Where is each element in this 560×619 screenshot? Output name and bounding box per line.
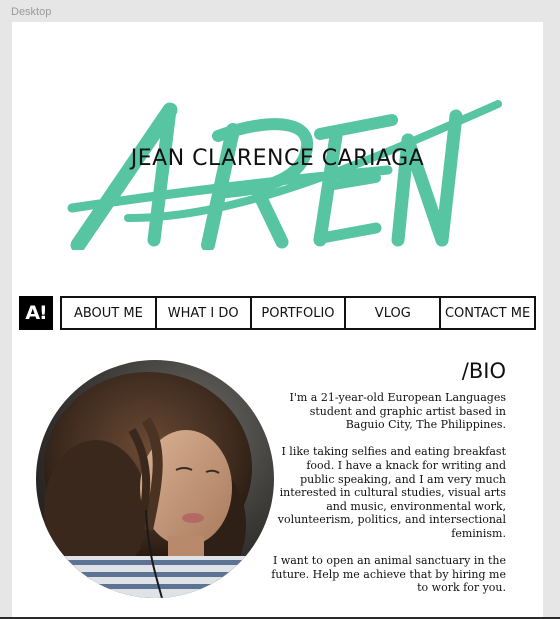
bio-heading: /BIO bbox=[461, 359, 506, 383]
desktop-artboard: JEAN CLARENCE CARIAGA A! ABOUT ME WHAT I… bbox=[12, 22, 543, 617]
profile-photo bbox=[36, 360, 274, 598]
profile-photo-illustration bbox=[36, 360, 274, 598]
nav-what-i-do[interactable]: WHAT I DO bbox=[157, 298, 252, 328]
hero-name: JEAN CLARENCE CARIAGA bbox=[130, 146, 425, 171]
bio-paragraph: I like taking selfies and eating breakfa… bbox=[277, 445, 506, 540]
bio-paragraph: I'm a 21-year-old European Languages stu… bbox=[289, 391, 506, 432]
site-logo[interactable]: A! bbox=[19, 296, 53, 330]
brush-word-logo bbox=[67, 100, 502, 250]
nav-contact-me[interactable]: CONTACT ME bbox=[441, 298, 534, 328]
nav-vlog[interactable]: VLOG bbox=[346, 298, 442, 328]
nav-portfolio[interactable]: PORTFOLIO bbox=[252, 298, 347, 328]
bio-paragraph: I want to open an animal sanctuary in th… bbox=[271, 554, 506, 595]
main-navigation: ABOUT ME WHAT I DO PORTFOLIO VLOG CONTAC… bbox=[60, 296, 536, 330]
frame-label: Desktop bbox=[11, 6, 52, 18]
bio-text: I'm a 21-year-old European Languages stu… bbox=[270, 391, 506, 609]
nav-about-me[interactable]: ABOUT ME bbox=[62, 298, 157, 328]
